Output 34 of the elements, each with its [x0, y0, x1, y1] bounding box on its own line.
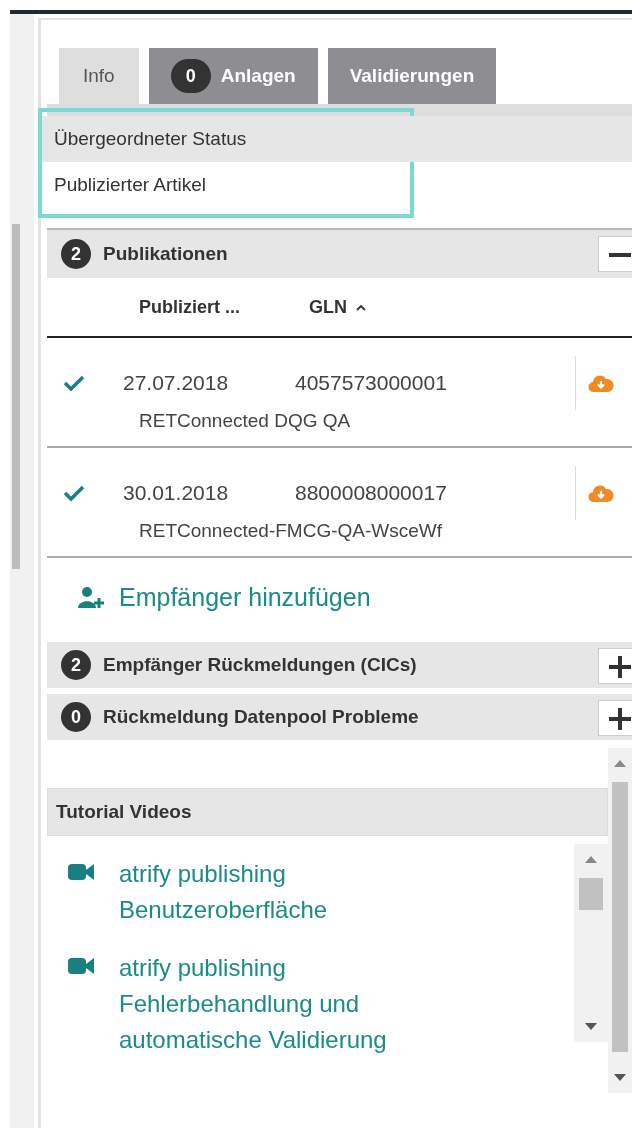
scrollbar-thumb[interactable] — [12, 224, 20, 569]
scrollbar[interactable] — [574, 844, 608, 1042]
cloud-download-icon[interactable] — [588, 483, 614, 503]
section-header: Tutorial Videos — [47, 788, 608, 836]
section-header[interactable]: 2 Publikationen — [47, 228, 632, 278]
tab[interactable]: 0 Anlagen — [148, 48, 318, 104]
count-badge: 2 — [61, 239, 91, 269]
cloud-download-icon[interactable] — [588, 373, 614, 393]
toggle-button[interactable] — [598, 648, 632, 684]
section-title: Rückmeldung Datenpool Probleme — [103, 706, 419, 728]
video-link[interactable]: atrify publishing Fehlerbehandlung und automatische Validierung — [119, 950, 479, 1058]
toggle-button[interactable] — [598, 700, 632, 736]
video-camera-icon — [67, 862, 95, 882]
add-recipient-link[interactable]: Empfänger hinzufügen — [119, 582, 371, 612]
column-header[interactable]: Publiziert ... — [139, 296, 309, 318]
section-title: Publikationen — [103, 243, 228, 265]
video-link[interactable]: atrify publishing Benutzeroberfläche — [119, 856, 479, 928]
recipient-name: RETConnected-FMCG-QA-WsceWf — [139, 520, 443, 542]
status-item[interactable]: Publizierter Artikel — [42, 162, 632, 208]
column-header[interactable]: GLN — [309, 296, 367, 318]
tab[interactable]: Info — [59, 48, 139, 104]
table-cell-text: 4057573000001 — [295, 371, 448, 395]
table-cell-text: 8800008000017 — [295, 481, 448, 505]
add-user-icon — [77, 585, 105, 609]
section-title: Empfänger Rückmeldungen (CICs) — [103, 654, 417, 676]
scrollbar[interactable] — [608, 748, 632, 1093]
video-camera-icon — [67, 956, 95, 976]
count-badge: 2 — [61, 650, 91, 680]
status-item[interactable]: Übergeordneter Status — [42, 116, 632, 162]
toggle-button[interactable] — [598, 236, 632, 272]
table-cell-text: 27.07.2018 — [123, 371, 230, 395]
table-cell-text: 30.01.2018 — [123, 481, 230, 505]
recipient-name: RETConnected DQG QA — [139, 410, 352, 432]
count-badge: 0 — [61, 702, 91, 732]
